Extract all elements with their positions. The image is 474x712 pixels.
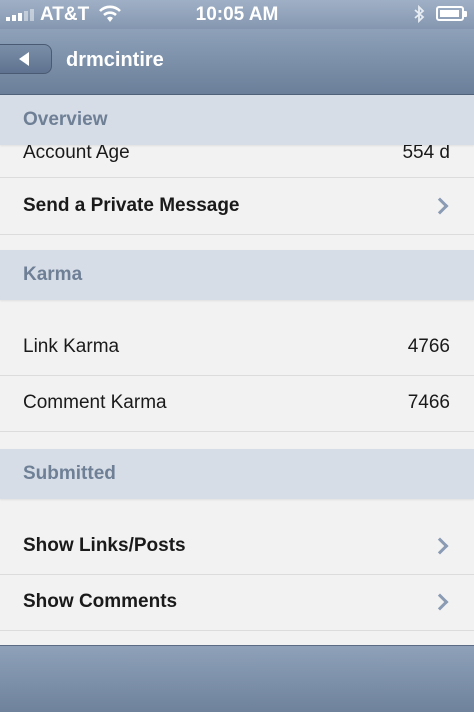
show-links-label: Show Links/Posts bbox=[23, 535, 186, 556]
show-comments-label: Show Comments bbox=[23, 591, 178, 612]
navigation-bar: drmcintire bbox=[0, 29, 474, 95]
divider bbox=[0, 431, 474, 432]
bluetooth-icon bbox=[412, 4, 426, 30]
chevron-right-icon bbox=[431, 537, 449, 555]
comment-karma-value: 7466 bbox=[407, 392, 450, 413]
back-arrow-icon bbox=[18, 52, 29, 66]
comment-karma-label: Comment Karma bbox=[23, 392, 167, 413]
section-header-karma: Karma bbox=[0, 250, 474, 300]
send-message-label: Send a Private Message bbox=[23, 195, 240, 216]
show-links-row[interactable]: Show Links/Posts bbox=[0, 518, 474, 574]
link-karma-value: 4766 bbox=[407, 336, 450, 357]
comment-karma-row: Comment Karma 7466 bbox=[0, 375, 474, 431]
chevron-right-icon bbox=[431, 593, 449, 611]
section-title-submitted: Submitted bbox=[23, 463, 116, 484]
battery-icon bbox=[436, 6, 467, 21]
status-time: 10:05 AM bbox=[195, 4, 279, 25]
profile-content[interactable]: Account Age 554 d Overview Send a Privat… bbox=[0, 95, 474, 645]
status-bar: AT&T 10:05 AM bbox=[0, 0, 474, 29]
page-title: drmcintire bbox=[66, 49, 164, 71]
account-age-label: Account Age bbox=[23, 142, 130, 163]
section-title-karma: Karma bbox=[23, 264, 83, 285]
send-message-row[interactable]: Send a Private Message bbox=[0, 178, 474, 234]
back-button[interactable] bbox=[0, 44, 52, 74]
account-age-value: 554 d bbox=[402, 142, 450, 163]
chevron-right-icon bbox=[431, 197, 449, 215]
divider bbox=[0, 234, 474, 235]
show-comments-row[interactable]: Show Comments bbox=[0, 574, 474, 630]
link-karma-row: Link Karma 4766 bbox=[0, 319, 474, 375]
bottom-toolbar bbox=[0, 645, 474, 712]
link-karma-label: Link Karma bbox=[23, 336, 120, 357]
divider bbox=[0, 630, 474, 631]
section-header-submitted: Submitted bbox=[0, 449, 474, 499]
section-title-overview: Overview bbox=[23, 109, 108, 130]
section-header-overview: Overview bbox=[0, 95, 474, 145]
